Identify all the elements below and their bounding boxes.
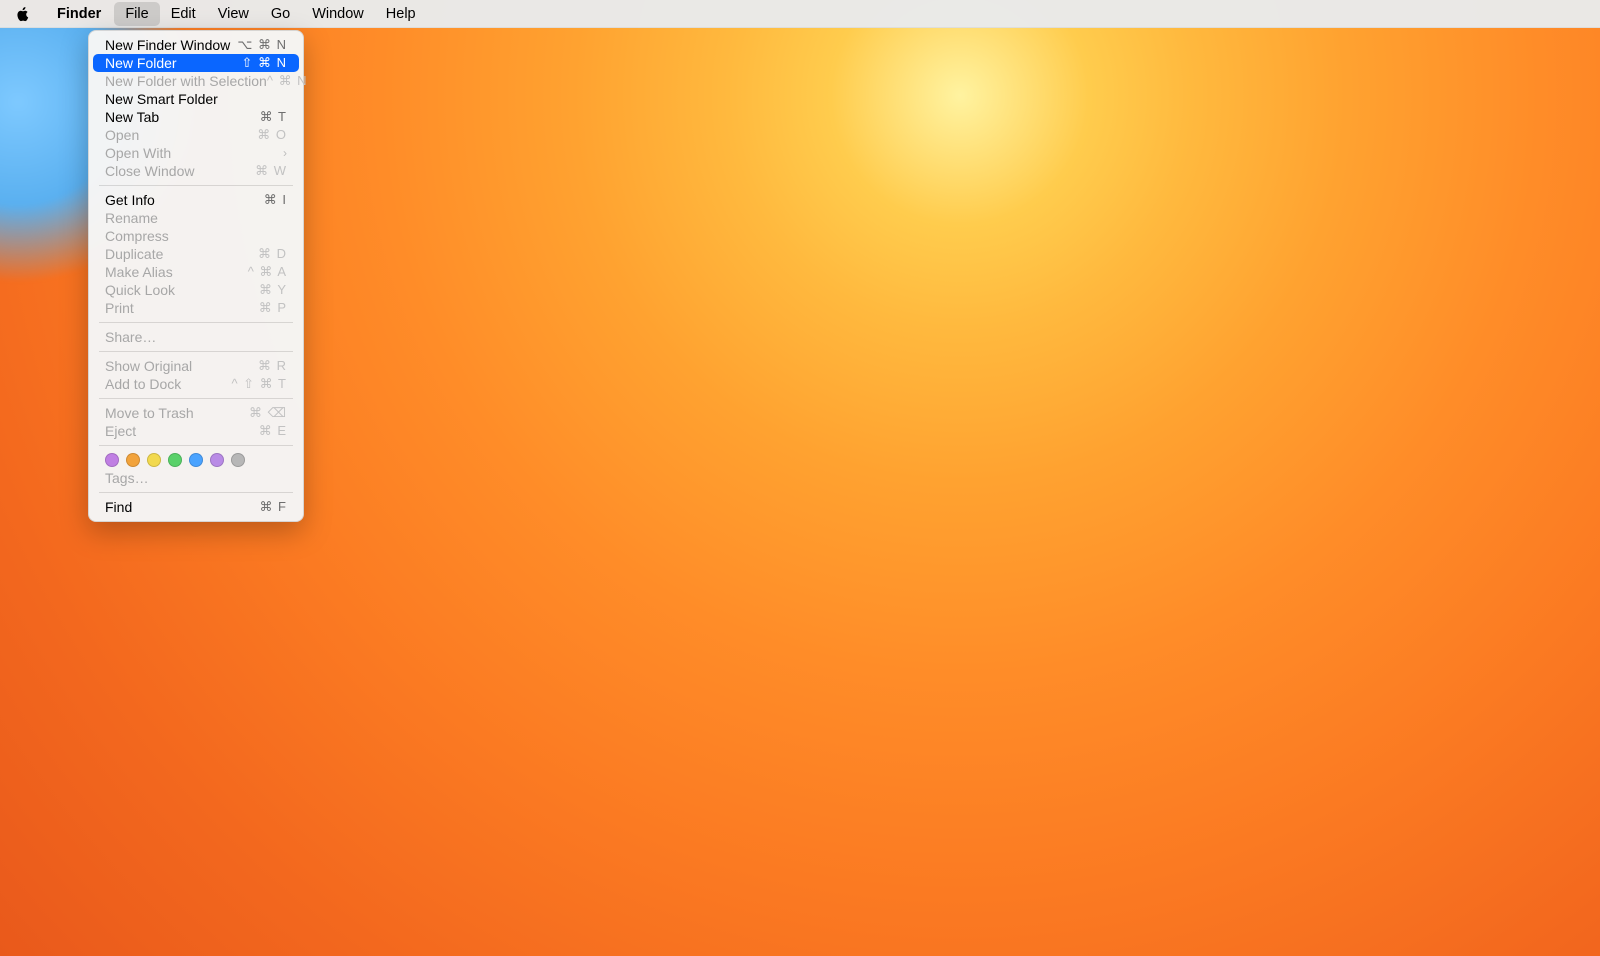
tag-color-dot[interactable] xyxy=(147,453,161,467)
menu-item-label: Find xyxy=(105,499,132,515)
tags-color-row xyxy=(93,451,299,469)
menu-item-label: Print xyxy=(105,300,134,316)
menu-item-add-to-dock: Add to Dock ^ ⇧ ⌘ T xyxy=(93,375,299,393)
menu-item-label: New Finder Window xyxy=(105,37,230,53)
menu-item-label: Add to Dock xyxy=(105,376,181,392)
menu-item-label: Open xyxy=(105,127,139,143)
menubar-item-go[interactable]: Go xyxy=(260,2,301,26)
menu-item-label: Show Original xyxy=(105,358,192,374)
menu-separator xyxy=(99,322,293,323)
menu-item-shortcut: ⌥ ⌘ N xyxy=(237,37,287,53)
tag-color-dot[interactable] xyxy=(189,453,203,467)
menu-item-shortcut: ⌘ P xyxy=(259,300,287,316)
menu-item-shortcut: ⇧ ⌘ N xyxy=(241,55,287,71)
menu-item-make-alias: Make Alias ^ ⌘ A xyxy=(93,263,299,281)
menu-item-duplicate: Duplicate ⌘ D xyxy=(93,245,299,263)
menu-separator xyxy=(99,185,293,186)
menu-item-move-to-trash: Move to Trash ⌘ ⌫ xyxy=(93,404,299,422)
menu-item-label: Make Alias xyxy=(105,264,173,280)
menu-item-shortcut: ⌘ W xyxy=(255,163,287,179)
menu-item-shortcut: ⌘ R xyxy=(258,358,287,374)
tag-color-dot[interactable] xyxy=(126,453,140,467)
menu-item-label: Share… xyxy=(105,329,156,345)
menu-item-label: Tags… xyxy=(105,470,149,486)
menu-item-get-info[interactable]: Get Info ⌘ I xyxy=(93,191,299,209)
menu-item-shortcut: ^ ⌘ N xyxy=(267,73,308,89)
menu-item-show-original: Show Original ⌘ R xyxy=(93,357,299,375)
menu-item-close-window: Close Window ⌘ W xyxy=(93,162,299,180)
menu-item-label: Move to Trash xyxy=(105,405,194,421)
menu-item-new-finder-window[interactable]: New Finder Window ⌥ ⌘ N xyxy=(93,36,299,54)
menu-separator xyxy=(99,398,293,399)
menubar-item-view[interactable]: View xyxy=(207,2,260,26)
menu-item-label: Compress xyxy=(105,228,169,244)
tag-color-dot[interactable] xyxy=(210,453,224,467)
menu-item-label: Open With xyxy=(105,145,171,161)
menu-item-shortcut: ⌘ D xyxy=(258,246,287,262)
menubar-item-help[interactable]: Help xyxy=(375,2,427,26)
menu-separator xyxy=(99,445,293,446)
menu-item-shortcut: ^ ⌘ A xyxy=(248,264,287,280)
tag-color-dot[interactable] xyxy=(168,453,182,467)
menubar-item-file[interactable]: File xyxy=(114,2,159,26)
menu-bar: Finder FileEditViewGoWindowHelp xyxy=(0,0,1600,28)
menu-item-label: Get Info xyxy=(105,192,155,208)
menu-separator xyxy=(99,351,293,352)
menu-item-rename: Rename xyxy=(93,209,299,227)
menu-item-label: New Folder with Selection xyxy=(105,73,267,89)
apple-menu-icon[interactable] xyxy=(14,5,32,23)
menu-item-open-with: Open With › xyxy=(93,144,299,162)
menu-item-new-tab[interactable]: New Tab ⌘ T xyxy=(93,108,299,126)
menu-item-shortcut: ⌘ O xyxy=(257,127,287,143)
tag-color-dot[interactable] xyxy=(231,453,245,467)
menu-item-shortcut: ⌘ T xyxy=(260,109,287,125)
menu-item-shortcut: ⌘ ⌫ xyxy=(249,405,287,421)
menu-item-label: Quick Look xyxy=(105,282,175,298)
menu-item-new-folder-with-selection: New Folder with Selection^ ⌘ N xyxy=(93,72,299,90)
menu-item-shortcut: ^ ⇧ ⌘ T xyxy=(231,376,287,392)
menu-item-new-smart-folder[interactable]: New Smart Folder xyxy=(93,90,299,108)
menu-item-shortcut: ⌘ E xyxy=(259,423,287,439)
menu-item-label: New Tab xyxy=(105,109,159,125)
menu-item-label: Close Window xyxy=(105,163,194,179)
tag-color-dot[interactable] xyxy=(105,453,119,467)
menubar-item-edit[interactable]: Edit xyxy=(160,2,207,26)
menu-item-label: Eject xyxy=(105,423,136,439)
menu-item-label: Duplicate xyxy=(105,246,163,262)
menu-item-shortcut: ⌘ I xyxy=(264,192,287,208)
menu-item-eject: Eject ⌘ E xyxy=(93,422,299,440)
menu-item-quick-look: Quick Look ⌘ Y xyxy=(93,281,299,299)
menu-item-shortcut: ⌘ Y xyxy=(259,282,287,298)
menu-item-shortcut: ⌘ F xyxy=(259,499,287,515)
chevron-right-icon: › xyxy=(283,146,287,160)
menu-item-share: Share… xyxy=(93,328,299,346)
menu-item-label: New Folder xyxy=(105,55,177,71)
file-menu-dropdown: New Finder Window⌥ ⌘ NNew Folder⇧ ⌘ NNew… xyxy=(88,30,304,522)
menu-item-compress: Compress xyxy=(93,227,299,245)
menu-item-label: New Smart Folder xyxy=(105,91,218,107)
menu-separator xyxy=(99,492,293,493)
menubar-item-window[interactable]: Window xyxy=(301,2,375,26)
menu-item-label: Rename xyxy=(105,210,158,226)
menu-item-open: Open ⌘ O xyxy=(93,126,299,144)
menu-item-print: Print ⌘ P xyxy=(93,299,299,317)
menu-item-new-folder[interactable]: New Folder ⇧ ⌘ N xyxy=(93,54,299,72)
menubar-app-name[interactable]: Finder xyxy=(46,2,112,26)
menu-item-find[interactable]: Find ⌘ F xyxy=(93,498,299,516)
menu-item-tags: Tags… xyxy=(93,469,299,487)
